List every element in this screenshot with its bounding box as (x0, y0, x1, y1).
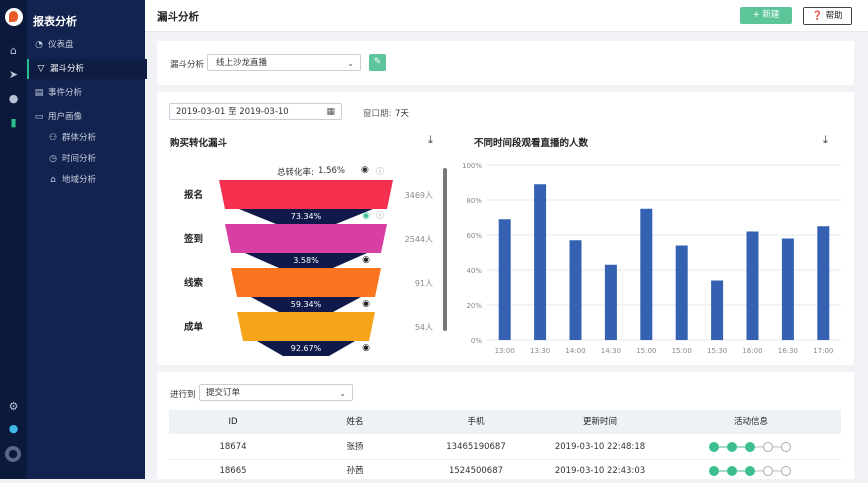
step-done-dot (709, 466, 719, 476)
step-pending-dot (781, 466, 791, 476)
step-done-dot (709, 442, 719, 452)
step-pending-dot (763, 466, 773, 476)
step-done-dot (727, 442, 737, 452)
activity-steps (709, 442, 791, 476)
step-done-dot (745, 442, 755, 452)
step-done-dot (745, 466, 755, 476)
step-pending-dot (781, 442, 791, 452)
step-pending-dot (763, 442, 773, 452)
step-done-dot (727, 466, 737, 476)
